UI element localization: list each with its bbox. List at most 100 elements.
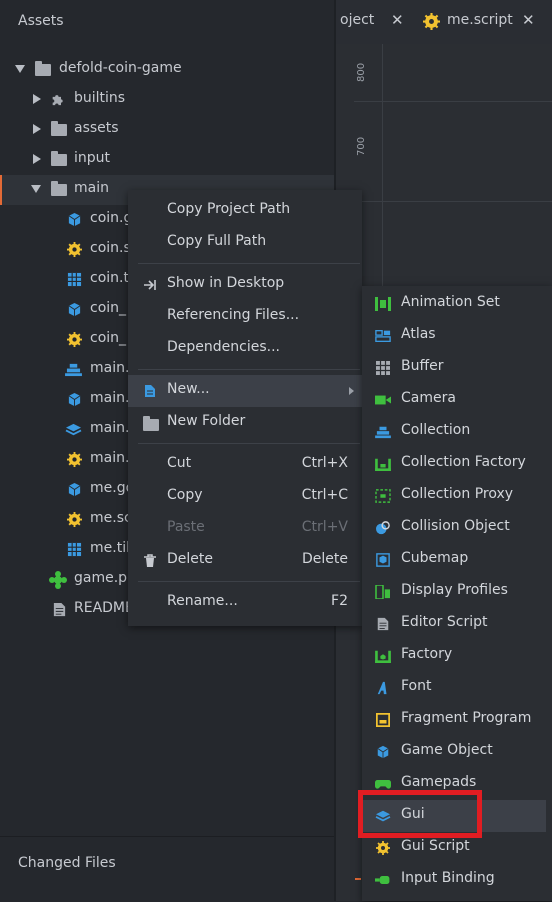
menu-item-shortcut: Ctrl+X	[301, 455, 348, 471]
new-file-icon	[145, 385, 155, 397]
tree-item-label: main.	[90, 390, 130, 406]
submenu-item-label: Game Object	[401, 742, 493, 758]
menu-item-label: Dependencies...	[167, 339, 280, 355]
atlas-icon	[375, 329, 391, 342]
close-icon[interactable]: ✕	[391, 11, 404, 29]
menu-item-paste: Paste Ctrl+V	[128, 513, 362, 545]
factory-icon	[375, 650, 391, 663]
submenu-item-label: Collection Proxy	[401, 486, 514, 502]
tree-item-root[interactable]: defold-coin-game	[0, 55, 334, 85]
script-gear-icon	[67, 242, 82, 257]
editor-script-icon	[377, 617, 389, 631]
tree-item-label: assets	[74, 120, 119, 136]
folder-icon	[35, 61, 51, 76]
menu-item-cut[interactable]: Cut Ctrl+X	[128, 449, 362, 481]
submenu-item-editor-script[interactable]: Editor Script	[362, 608, 552, 640]
puzzle-icon	[52, 95, 63, 106]
game-object-icon	[68, 212, 81, 227]
submenu-item-input-binding[interactable]: Input Binding	[362, 864, 552, 896]
submenu-item-atlas[interactable]: Atlas	[362, 320, 552, 352]
menu-item-shortcut: F2	[331, 593, 348, 609]
tree-item-input[interactable]: input	[0, 145, 334, 175]
menu-item-label: Copy	[167, 487, 203, 503]
submenu-item-collection-factory[interactable]: Collection Factory	[362, 448, 552, 480]
show-in-desktop-icon	[144, 280, 156, 290]
tree-item-assets[interactable]: assets	[0, 115, 334, 145]
submenu-item-animation-set[interactable]: Animation Set	[362, 288, 552, 320]
menu-item-copy-full-path[interactable]: Copy Full Path	[128, 227, 362, 259]
tree-item-label: coin_	[90, 330, 127, 346]
submenu-item-label: Camera	[401, 390, 456, 406]
ruler-label: 700	[356, 136, 367, 156]
chevron-right-icon[interactable]	[33, 124, 41, 134]
menu-item-label: Copy Full Path	[167, 233, 267, 249]
tree-item-label: defold-coin-game	[59, 60, 182, 76]
submenu-item-collection-proxy[interactable]: Collection Proxy	[362, 480, 552, 512]
tree-item-label: main.	[90, 360, 130, 376]
submenu-item-label: Font	[401, 678, 432, 694]
submenu-item-label: Editor Script	[401, 614, 488, 630]
submenu-item-display-profiles[interactable]: Display Profiles	[362, 576, 552, 608]
menu-item-copy-project-path[interactable]: Copy Project Path	[128, 195, 362, 227]
tilemap-grid-icon	[67, 272, 82, 287]
tab-me-script[interactable]: me.script ✕	[418, 0, 546, 44]
menu-item-dependencies[interactable]: Dependencies...	[128, 333, 362, 365]
submenu-item-camera[interactable]: Camera	[362, 384, 552, 416]
menu-item-label: Show in Desktop	[167, 275, 285, 291]
submenu-item-label: Buffer	[401, 358, 444, 374]
chevron-down-icon[interactable]	[15, 65, 25, 73]
submenu-item-cubemap[interactable]: Cubemap	[362, 544, 552, 576]
tree-item-builtins[interactable]: builtins	[0, 85, 334, 115]
tree-item-label: input	[74, 150, 111, 166]
menu-item-show-in-desktop[interactable]: Show in Desktop	[128, 269, 362, 301]
menu-item-label: Referencing Files...	[167, 307, 300, 323]
close-icon[interactable]: ✕	[522, 11, 535, 29]
menu-item-new[interactable]: New...	[128, 375, 362, 407]
grid-line	[354, 101, 552, 102]
submenu-item-fragment-program[interactable]: Fragment Program	[362, 704, 552, 736]
submenu-item-font[interactable]: Font	[362, 672, 552, 704]
tree-item-label: me.sc	[90, 510, 132, 526]
submenu-item-label: Fragment Program	[401, 710, 532, 726]
tree-item-label: coin.s	[90, 240, 131, 256]
menu-item-copy[interactable]: Copy Ctrl+C	[128, 481, 362, 513]
highlight-box	[358, 790, 482, 838]
menu-item-delete[interactable]: Delete Delete	[128, 545, 362, 577]
ruler-label: 800	[356, 62, 367, 82]
submenu-item-collection[interactable]: Collection	[362, 416, 552, 448]
tab-project[interactable]: oject ✕	[336, 0, 414, 44]
tilemap-grid-icon	[67, 542, 82, 557]
tab-label: me.script	[447, 12, 513, 28]
tree-item-label: main	[74, 180, 109, 196]
submenu-item-label: Cubemap	[401, 550, 469, 566]
submenu-item-label: Input Binding	[401, 870, 495, 886]
menu-separator	[138, 263, 360, 264]
gamepads-icon	[375, 780, 391, 789]
submenu-item-collision-object[interactable]: Collision Object	[362, 512, 552, 544]
menu-item-label: New...	[167, 381, 210, 397]
submenu-item-buffer[interactable]: Buffer	[362, 352, 552, 384]
collision-object-icon	[376, 521, 390, 535]
menu-item-rename[interactable]: Rename... F2	[128, 587, 362, 619]
changed-files-title: Changed Files	[18, 855, 116, 871]
menu-item-referencing-files[interactable]: Referencing Files...	[128, 301, 362, 333]
menu-item-new-folder[interactable]: New Folder	[128, 407, 362, 439]
submenu-item-factory[interactable]: Factory	[362, 640, 552, 672]
gui-icon	[65, 423, 82, 436]
tree-item-label: me.til	[90, 540, 130, 556]
script-gear-icon	[67, 452, 82, 467]
changed-files-panel: Changed Files	[0, 836, 334, 902]
document-icon	[53, 602, 66, 617]
display-profiles-icon	[375, 585, 390, 599]
tree-item-label: main.	[90, 420, 130, 436]
chevron-down-icon[interactable]	[31, 185, 41, 193]
gui-script-icon	[376, 841, 390, 855]
chevron-right-icon[interactable]	[33, 154, 41, 164]
submenu-item-game-object[interactable]: Game Object	[362, 736, 552, 768]
submenu-item-label: Factory	[401, 646, 453, 662]
folder-icon	[143, 416, 159, 431]
trash-icon	[144, 554, 156, 567]
folder-icon	[51, 121, 67, 136]
submenu-item-label: Collection	[401, 422, 471, 438]
chevron-right-icon[interactable]	[33, 94, 41, 104]
